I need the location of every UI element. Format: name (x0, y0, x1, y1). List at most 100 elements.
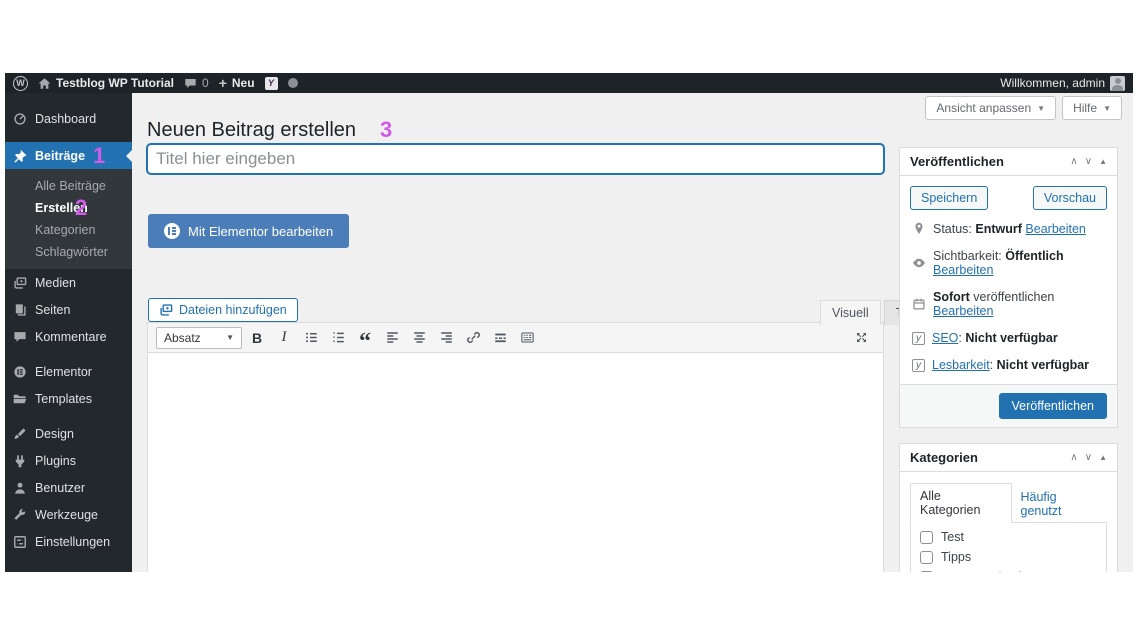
post-title-input[interactable] (147, 144, 884, 174)
categories-panel-header[interactable]: Kategorien ∧ ∨ ▲ (900, 444, 1117, 472)
paragraph-format-select[interactable]: Absatz ▼ (156, 326, 242, 349)
sidebar-label: Design (35, 426, 74, 441)
seo-link[interactable]: SEO (932, 331, 958, 345)
category-checkbox[interactable] (920, 550, 933, 564)
admin-bar-site-link[interactable]: Testblog WP Tutorial (38, 76, 174, 90)
pages-icon (13, 303, 27, 317)
admin-bar: W Testblog WP Tutorial 0 + Neu Y Willkom… (5, 73, 1133, 93)
collapse-toggle-icon[interactable]: ▲ (1099, 157, 1107, 166)
elementor-icon (164, 223, 180, 239)
sidebar-item-dashboard[interactable]: Dashboard (5, 105, 132, 132)
preview-button[interactable]: Vorschau (1032, 186, 1107, 210)
wordpress-logo-icon[interactable]: W (13, 75, 28, 91)
sidebar-item-beitraege[interactable]: Beiträge 1 (5, 142, 132, 169)
user-icon (13, 481, 27, 495)
elementor-icon (13, 365, 27, 379)
comments-icon (13, 330, 27, 344)
align-center-icon[interactable] (407, 327, 431, 349)
sidebar-item-werkzeuge[interactable]: Werkzeuge (5, 501, 132, 528)
readability-row: y Lesbarkeit: Nicht verfügbar (912, 358, 1107, 372)
read-more-tag-icon[interactable] (488, 327, 512, 349)
move-up-icon[interactable]: ∧ (1070, 156, 1077, 167)
sidebar-item-medien[interactable]: Medien (5, 269, 132, 296)
save-draft-button[interactable]: Speichern (910, 186, 989, 210)
blockquote-icon[interactable]: “ (353, 327, 377, 354)
publish-panel-title: Veröffentlichen (910, 154, 1004, 169)
settings-icon (13, 535, 27, 549)
submenu-schlagwoerter[interactable]: Schlagwörter (5, 241, 132, 263)
wordpress-admin-page: W Testblog WP Tutorial 0 + Neu Y Willkom… (0, 0, 1140, 643)
move-down-icon[interactable]: ∨ (1085, 156, 1092, 167)
publish-panel: Veröffentlichen ∧ ∨ ▲ Speichern Vorschau (899, 147, 1118, 428)
site-name: Testblog WP Tutorial (56, 76, 174, 90)
fullscreen-icon[interactable] (849, 327, 873, 349)
publish-panel-header[interactable]: Veröffentlichen ∧ ∨ ▲ (900, 148, 1117, 176)
folder-icon (13, 392, 27, 406)
italic-button[interactable]: I (272, 327, 296, 349)
tab-all-categories[interactable]: Alle Kategorien (910, 483, 1012, 523)
edit-schedule-link[interactable]: Bearbeiten (933, 304, 993, 318)
dashboard-gauge-icon (13, 112, 27, 126)
move-down-icon[interactable]: ∨ (1085, 452, 1092, 463)
sidebar-item-plugins[interactable]: Plugins (5, 447, 132, 474)
category-checkbox[interactable] (920, 530, 933, 544)
sidebar-label: Benutzer (35, 480, 86, 495)
bold-button[interactable]: B (245, 327, 269, 349)
editor-content-area[interactable] (148, 353, 883, 572)
sidebar-item-seiten[interactable]: Seiten (5, 296, 132, 323)
publish-button[interactable]: Veröffentlichen (998, 393, 1107, 419)
sidebar-item-elementor[interactable]: Elementor (5, 358, 132, 385)
admin-bar-account[interactable]: Willkommen, admin (1000, 75, 1125, 91)
collapse-toggle-icon[interactable]: ▲ (1099, 453, 1107, 462)
sidebar-item-kommentare[interactable]: Kommentare (5, 323, 132, 350)
right-column: Veröffentlichen ∧ ∨ ▲ Speichern Vorschau (899, 147, 1118, 572)
move-up-icon[interactable]: ∧ (1070, 452, 1077, 463)
tab-visual[interactable]: Visuell (820, 300, 881, 325)
submenu-erstellen[interactable]: Erstellen 2 (5, 197, 132, 219)
edit-with-elementor-button[interactable]: Mit Elementor bearbeiten (148, 214, 350, 248)
sidebar-item-benutzer[interactable]: Benutzer (5, 474, 132, 501)
readability-link[interactable]: Lesbarkeit (932, 358, 990, 372)
submenu-alle-beitraege[interactable]: Alle Beiträge (5, 175, 132, 197)
sidebar-label: Medien (35, 275, 76, 290)
submenu-kategorien[interactable]: Kategorien (5, 219, 132, 241)
bullet-list-icon[interactable] (299, 327, 323, 349)
tab-frequent-categories[interactable]: Häufig genutzt (1012, 485, 1108, 523)
sidebar-item-templates[interactable]: Templates (5, 385, 132, 412)
content-area: Ansicht anpassen ▼ Hilfe ▼ Neuen Beitrag… (132, 93, 1133, 572)
screen-options-button[interactable]: Ansicht anpassen ▼ (925, 96, 1057, 120)
numbered-list-icon[interactable] (326, 327, 350, 349)
calendar-icon (912, 297, 926, 311)
sidebar-label: Kommentare (35, 329, 107, 344)
edit-status-link[interactable]: Bearbeiten (1025, 222, 1085, 236)
admin-bar-new[interactable]: + Neu (219, 76, 255, 90)
screenshot-frame: W Testblog WP Tutorial 0 + Neu Y Willkom… (5, 73, 1133, 572)
categories-panel: Kategorien ∧ ∨ ▲ Alle Kategorien Häufig … (899, 443, 1118, 572)
plus-icon: + (218, 75, 227, 91)
sidebar-label: Beiträge (35, 148, 86, 163)
add-media-button[interactable]: Dateien hinzufügen (148, 298, 298, 322)
toolbar-toggle-icon[interactable] (515, 327, 539, 349)
annotation-2: 2 (75, 195, 88, 220)
comments-count: 0 (202, 76, 209, 90)
sidebar-item-einstellungen[interactable]: Einstellungen (5, 528, 132, 555)
paintbrush-icon (13, 427, 27, 441)
admin-bar-comments[interactable]: 0 (184, 76, 209, 90)
category-checkbox[interactable] (920, 570, 933, 572)
categories-panel-title: Kategorien (910, 450, 978, 465)
sidebar-item-design[interactable]: Design (5, 420, 132, 447)
align-right-icon[interactable] (434, 327, 458, 349)
editor-toolbar: Absatz ▼ B I “ (148, 323, 883, 354)
plug-icon (13, 454, 27, 468)
admin-bar-yoast[interactable]: Y (264, 76, 278, 90)
chevron-down-icon: ▼ (1103, 103, 1111, 113)
edit-visibility-link[interactable]: Bearbeiten (933, 263, 993, 277)
sidebar-label: Seiten (35, 302, 71, 317)
classic-editor: Absatz ▼ B I “ (147, 322, 884, 572)
sidebar-label: Templates (35, 391, 92, 406)
category-checklist: Test Tipps Uncategorized (910, 522, 1107, 572)
link-icon[interactable] (461, 327, 485, 349)
align-left-icon[interactable] (380, 327, 404, 349)
category-item: Test (920, 530, 1106, 544)
help-button[interactable]: Hilfe ▼ (1062, 96, 1122, 120)
